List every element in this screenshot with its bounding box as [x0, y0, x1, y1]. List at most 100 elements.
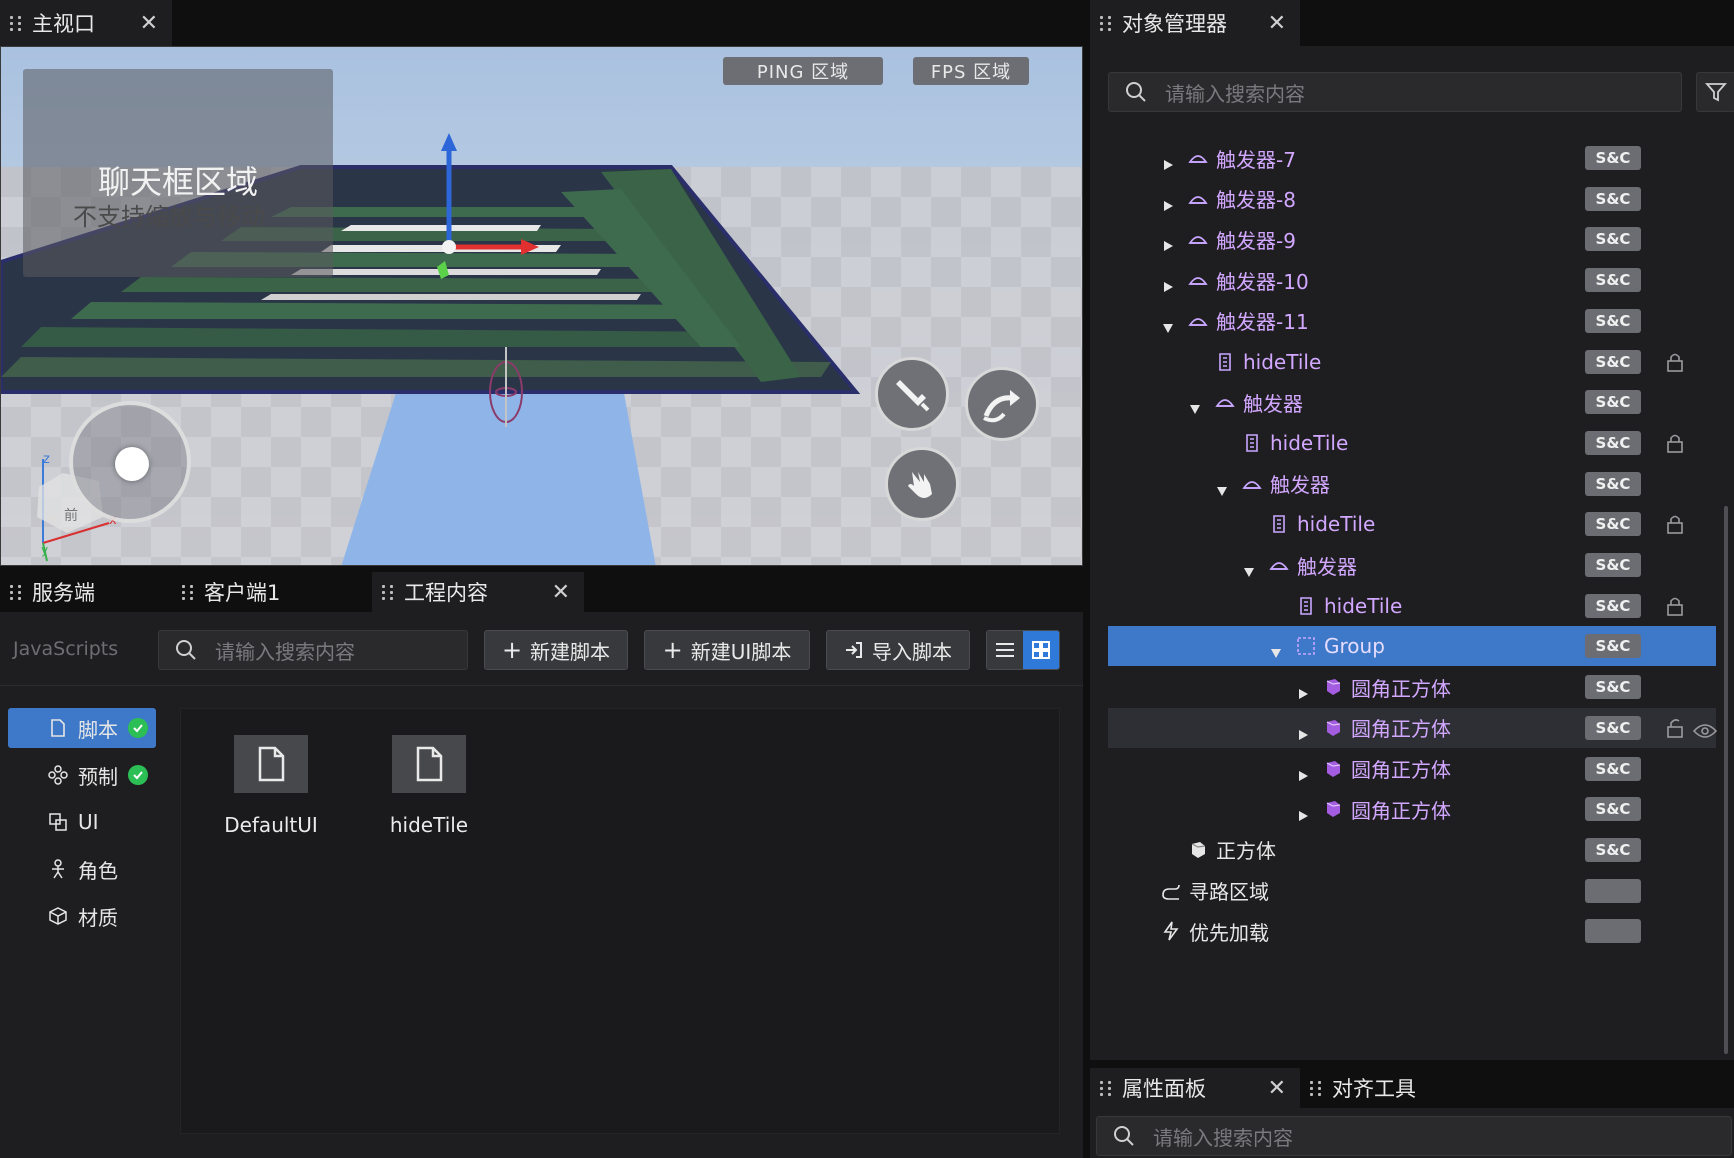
tree-row[interactable]: 圆角正方体 S&C [1108, 749, 1716, 789]
network-badge[interactable]: S&C [1585, 430, 1641, 455]
network-badge[interactable]: S&C [1585, 349, 1641, 374]
network-badge[interactable]: S&C [1585, 797, 1641, 822]
network-badge[interactable]: S&C [1585, 634, 1641, 659]
expand-arrow-icon[interactable] [1297, 722, 1309, 740]
expand-arrow-icon[interactable] [1297, 681, 1309, 700]
collapse-arrow-icon[interactable] [1162, 315, 1174, 333]
main-viewport[interactable]: z x y 前 PING 区域 FPS 区域 聊天框区域 不支持缩放与移动 [0, 46, 1083, 566]
network-badge[interactable]: S&C [1585, 268, 1641, 293]
tab-property-panel[interactable]: 属性面板 ✕ [1090, 1068, 1300, 1108]
category-scripts[interactable]: 脚本 [8, 708, 156, 748]
new-script-button[interactable]: + 新建脚本 [484, 630, 628, 670]
file-item[interactable]: DefaultUI [211, 735, 331, 837]
file-item[interactable]: hideTile [369, 735, 489, 837]
expand-arrow-icon[interactable] [1162, 193, 1174, 211]
expand-arrow-icon[interactable] [1162, 233, 1174, 252]
drag-handle-icon[interactable] [10, 14, 22, 32]
tab-align-tool[interactable]: 对齐工具 [1300, 1068, 1510, 1108]
category-prefabs[interactable]: 预制 [8, 755, 156, 795]
drag-handle-icon[interactable] [182, 583, 194, 601]
list-view-button[interactable] [987, 631, 1023, 669]
category-materials[interactable]: 材质 [8, 896, 156, 936]
attack-button[interactable] [875, 357, 949, 431]
interact-button[interactable] [885, 447, 959, 521]
tree-row[interactable]: 正方体 S&C [1108, 830, 1716, 870]
object-search-input[interactable]: 请输入搜索内容 [1108, 72, 1682, 112]
lock-icon[interactable] [1666, 352, 1684, 372]
tab-project-content[interactable]: 工程内容 ✕ [372, 572, 584, 612]
tree-row[interactable]: 寻路区域 [1108, 871, 1716, 911]
tree-row[interactable]: 圆角正方体 S&C [1108, 789, 1716, 829]
drag-handle-icon[interactable] [382, 583, 394, 601]
tree-row[interactable]: 圆角正方体 S&C [1108, 667, 1716, 707]
drag-handle-icon[interactable] [10, 583, 22, 601]
collapse-arrow-icon[interactable] [1270, 640, 1282, 659]
tree-row[interactable]: 触发器 S&C [1108, 464, 1716, 504]
lock-icon[interactable] [1666, 514, 1684, 535]
network-badge[interactable]: S&C [1585, 227, 1641, 252]
joystick-knob[interactable] [115, 447, 149, 481]
collapse-arrow-icon[interactable] [1216, 478, 1228, 496]
close-icon[interactable]: ✕ [120, 11, 158, 36]
tree-row[interactable]: 触发器 S&C [1108, 382, 1716, 422]
filter-button[interactable] [1696, 72, 1734, 112]
import-script-button[interactable]: 导入脚本 [826, 630, 970, 670]
joystick[interactable] [69, 401, 191, 523]
lock-icon[interactable] [1666, 596, 1684, 616]
category-characters[interactable]: 角色 [8, 849, 156, 889]
drag-handle-icon[interactable] [1100, 14, 1112, 32]
tree-row[interactable]: Group S&C [1108, 626, 1716, 667]
collapse-arrow-icon[interactable] [1243, 559, 1255, 577]
property-search-input[interactable]: 请输入搜索内容 [1096, 1116, 1732, 1156]
tree-scrollbar[interactable] [1724, 506, 1728, 1054]
grid-view-button[interactable] [1023, 631, 1059, 669]
network-badge[interactable]: S&C [1585, 837, 1641, 862]
eye-icon[interactable] [1692, 720, 1718, 738]
tree-row[interactable]: hideTile S&C [1108, 342, 1716, 382]
tab-client-1[interactable]: 客户端1 [172, 572, 372, 612]
lock-icon[interactable] [1666, 433, 1684, 453]
tree-row[interactable]: hideTile S&C [1108, 423, 1716, 463]
tree-row[interactable]: 触发器-8 S&C [1108, 179, 1716, 219]
drag-handle-icon[interactable] [1100, 1079, 1112, 1097]
close-icon[interactable]: ✕ [1248, 11, 1286, 36]
tree-row[interactable]: 触发器-7 S&C [1108, 138, 1716, 178]
collapse-arrow-icon[interactable] [1189, 396, 1201, 415]
unlock-icon[interactable] [1666, 718, 1684, 738]
network-badge[interactable]: S&C [1585, 675, 1641, 700]
network-badge[interactable]: S&C [1585, 553, 1641, 577]
network-badge[interactable]: S&C [1585, 390, 1641, 415]
category-ui[interactable]: UI [8, 802, 156, 842]
project-search-input[interactable]: 请输入搜索内容 [158, 630, 468, 670]
tree-row[interactable]: 触发器-10 S&C [1108, 260, 1716, 300]
network-badge[interactable]: S&C [1585, 756, 1641, 781]
network-badge[interactable]: S&C [1585, 593, 1641, 618]
expand-arrow-icon[interactable] [1297, 803, 1309, 822]
tree-row[interactable]: 圆角正方体 S&C [1108, 707, 1718, 748]
tree-row[interactable]: hideTile S&C [1108, 586, 1716, 626]
tab-server[interactable]: 服务端 [0, 572, 172, 612]
new-ui-script-button[interactable]: + 新建UI脚本 [644, 630, 810, 670]
close-icon[interactable]: ✕ [1248, 1076, 1286, 1101]
jump-button[interactable] [965, 367, 1039, 441]
expand-arrow-icon[interactable] [1297, 763, 1309, 781]
network-badge[interactable]: S&C [1585, 512, 1641, 537]
gizmo-front-label[interactable]: 前 [64, 505, 78, 525]
tab-main-viewport[interactable]: 主视口 ✕ [0, 0, 172, 46]
network-badge[interactable]: S&C [1585, 308, 1641, 333]
network-badge[interactable] [1585, 878, 1641, 903]
network-badge[interactable]: S&C [1585, 186, 1641, 211]
tab-object-manager[interactable]: 对象管理器 ✕ [1090, 0, 1300, 46]
network-badge[interactable] [1585, 919, 1641, 944]
expand-arrow-icon[interactable] [1162, 152, 1174, 170]
network-badge[interactable]: S&C [1585, 471, 1641, 496]
tree-row[interactable]: 优先加载 [1108, 911, 1716, 951]
tree-row[interactable]: hideTile S&C [1108, 504, 1716, 544]
close-icon[interactable]: ✕ [532, 580, 570, 605]
tree-row[interactable]: 触发器 S&C [1108, 545, 1716, 585]
network-badge[interactable]: S&C [1585, 715, 1641, 740]
tree-row[interactable]: 触发器-9 S&C [1108, 219, 1716, 259]
network-badge[interactable]: S&C [1585, 146, 1641, 170]
expand-arrow-icon[interactable] [1162, 274, 1174, 293]
drag-handle-icon[interactable] [1310, 1079, 1322, 1097]
